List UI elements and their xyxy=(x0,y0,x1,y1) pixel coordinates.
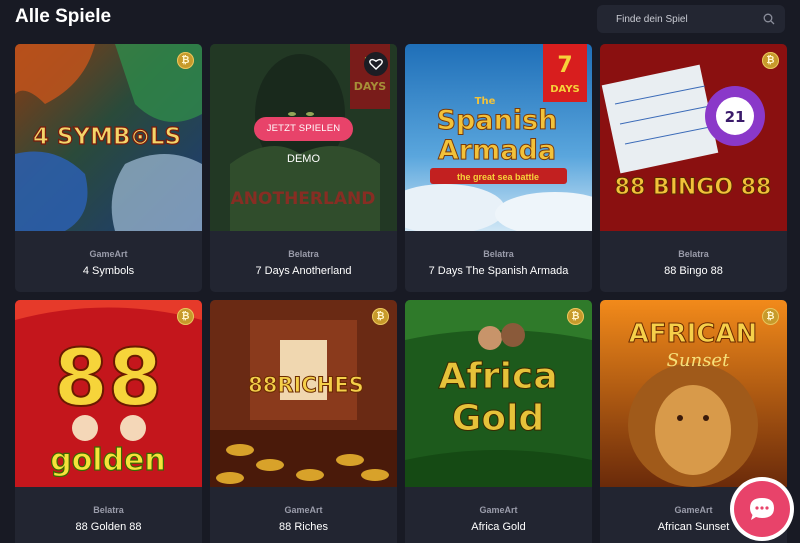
ribbon-label: DAYS xyxy=(550,84,580,95)
demo-link[interactable]: DEMO xyxy=(210,153,397,165)
art-subtitle: Sunset xyxy=(667,350,730,371)
game-provider: Belatra xyxy=(483,249,514,259)
ribbon-number: 7 xyxy=(557,53,572,78)
game-provider: Belatra xyxy=(288,249,319,259)
art-subtitle: the great sea battle xyxy=(457,172,539,182)
art-subtitle: golden xyxy=(50,443,166,478)
game-name: Africa Gold xyxy=(471,521,526,533)
game-provider: GameArt xyxy=(89,249,128,259)
play-now-button[interactable]: JETZT SPIELEN xyxy=(254,117,353,141)
game-provider: GameArt xyxy=(284,505,323,515)
game-name: 4 Symbols xyxy=(82,265,135,277)
game-provider: Belatra xyxy=(678,249,709,259)
game-thumbnail[interactable]: Africa Gold xyxy=(405,300,592,487)
game-card[interactable]: 7 DAYS ANOTHERLAND JETZT SPIELEN DEMO Be… xyxy=(210,44,397,292)
game-card[interactable]: 4 SYMB⊙LS ₿ GameArt 4 Symbols xyxy=(15,44,202,292)
chat-button[interactable] xyxy=(734,481,790,537)
bitcoin-badge-icon: ₿ xyxy=(372,308,389,325)
bitcoin-badge-icon: ₿ xyxy=(177,308,194,325)
game-card[interactable]: Africa Gold ₿ GameArt Africa Gold xyxy=(405,300,592,543)
game-name: 88 Bingo 88 xyxy=(664,265,723,277)
bitcoin-badge-icon: ₿ xyxy=(762,308,779,325)
bitcoin-badge-icon: ₿ xyxy=(567,308,584,325)
game-card[interactable]: 7 DAYS The Spanish Armada the great sea … xyxy=(405,44,592,292)
art-title: 88RICHES xyxy=(248,373,364,397)
art-title: Spanish xyxy=(437,105,558,136)
game-provider: Belatra xyxy=(93,505,124,515)
game-thumbnail[interactable]: 88 golden xyxy=(15,300,202,487)
chat-bubble-icon xyxy=(750,498,774,520)
game-thumbnail[interactable]: 7 DAYS The Spanish Armada the great sea … xyxy=(405,44,592,231)
bitcoin-badge-icon: ₿ xyxy=(762,52,779,69)
art-title: Africa xyxy=(438,356,557,397)
game-thumbnail[interactable]: AFRICAN Sunset xyxy=(600,300,787,487)
game-card[interactable]: 88RICHES ₿ GameArt 88 Riches xyxy=(210,300,397,543)
game-thumbnail[interactable]: 21 88 BINGO 88 xyxy=(600,44,787,231)
game-thumbnail[interactable]: 88RICHES xyxy=(210,300,397,487)
game-name: 7 Days Anotherland xyxy=(255,265,352,277)
art-title: 88 BINGO 88 xyxy=(615,175,772,200)
bitcoin-badge-icon: ₿ xyxy=(177,52,194,69)
game-provider: GameArt xyxy=(479,505,518,515)
search-input[interactable] xyxy=(597,5,757,33)
game-name: 88 Riches xyxy=(279,521,328,533)
favorite-button[interactable] xyxy=(364,52,388,76)
game-card[interactable]: 88 golden ₿ Belatra 88 Golden 88 xyxy=(15,300,202,543)
game-name: 88 Golden 88 xyxy=(75,521,142,533)
art-title-bottom: Armada xyxy=(438,135,556,166)
heart-icon xyxy=(369,58,383,70)
art-title: AFRICAN xyxy=(629,319,758,349)
game-name: 7 Days The Spanish Armada xyxy=(428,265,569,277)
art-title: 88 xyxy=(54,334,163,424)
game-card[interactable]: 21 88 BINGO 88 ₿ Belatra 88 Bingo 88 xyxy=(600,44,787,292)
search-icon[interactable] xyxy=(763,13,775,25)
page-title: Alle Spiele xyxy=(15,6,112,27)
bingo-ball-number: 21 xyxy=(725,108,746,126)
game-thumbnail[interactable]: 4 SYMB⊙LS xyxy=(15,44,202,231)
art-subtitle: Gold xyxy=(452,398,544,439)
search-box[interactable] xyxy=(597,5,785,33)
art-title: 4 SYMB⊙LS xyxy=(33,124,181,150)
